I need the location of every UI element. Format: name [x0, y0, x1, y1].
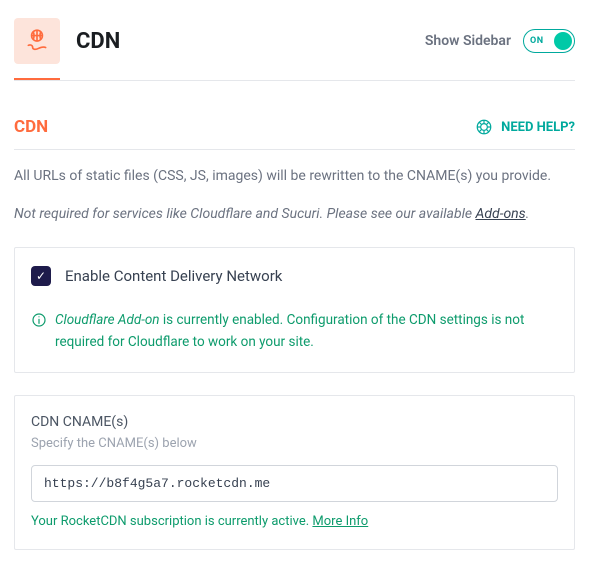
toggle-knob [554, 32, 572, 50]
page-title: CDN [76, 29, 120, 54]
header-right: Show Sidebar ON [425, 29, 575, 53]
cname-title: CDN CNAME(s) [31, 414, 558, 430]
enable-card: ✓ Enable Content Delivery Network Cloudf… [14, 247, 575, 372]
cname-subtitle: Specify the CNAME(s) below [31, 436, 558, 451]
enable-row: ✓ Enable Content Delivery Network [31, 266, 558, 286]
cloudflare-notice: Cloudflare Add-on is currently enabled. … [31, 310, 558, 353]
help-icon [475, 118, 493, 136]
cdn-icon [14, 18, 60, 64]
more-info-link[interactable]: More Info [312, 514, 368, 529]
header-left: CDN [14, 18, 120, 64]
page-header: CDN Show Sidebar ON [14, 14, 575, 78]
need-help-label: NEED HELP? [501, 120, 575, 135]
header-divider [14, 80, 575, 81]
cname-card: CDN CNAME(s) Specify the CNAME(s) below … [14, 395, 575, 550]
sidebar-toggle[interactable]: ON [523, 29, 575, 53]
need-help-button[interactable]: NEED HELP? [475, 118, 575, 136]
cname-input[interactable] [31, 465, 558, 502]
enable-cdn-label: Enable Content Delivery Network [65, 267, 282, 285]
show-sidebar-label: Show Sidebar [425, 33, 511, 49]
section-description-2: Not required for services like Cloudflar… [14, 204, 575, 226]
rocketcdn-active-note: Your RocketCDN subscription is currently… [31, 514, 558, 529]
section-description-1: All URLs of static files (CSS, JS, image… [14, 166, 575, 188]
enable-cdn-checkbox[interactable]: ✓ [31, 266, 51, 286]
info-icon [31, 312, 47, 328]
toggle-on-label: ON [530, 36, 544, 46]
addons-link[interactable]: Add-ons [476, 206, 526, 222]
section-header: CDN NEED HELP? [14, 117, 575, 150]
section-title: CDN [14, 117, 48, 137]
notice-addon-name: Cloudflare Add-on [55, 312, 160, 328]
